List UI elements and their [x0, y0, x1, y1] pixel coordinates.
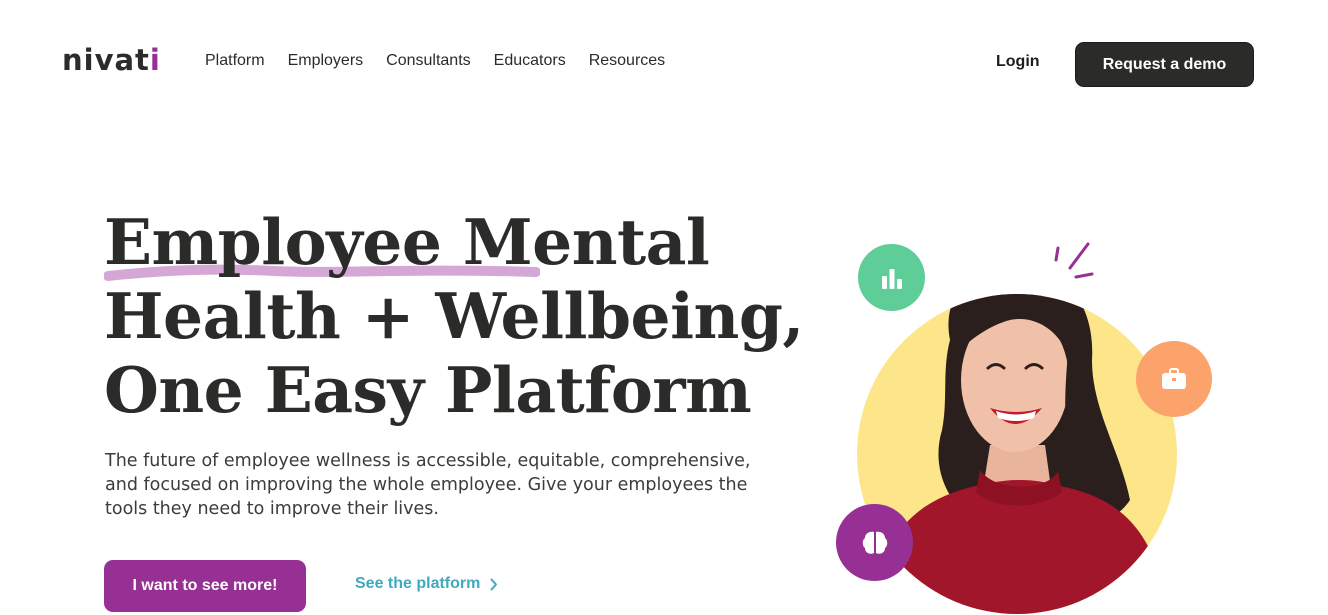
brain-bubble — [836, 504, 913, 581]
bar-chart-icon — [881, 268, 902, 289]
hero-title-line-1: Employee Mental — [104, 205, 710, 279]
chevron-right-icon — [490, 578, 498, 590]
hero-description: The future of employee wellness is acces… — [105, 451, 751, 519]
see-platform-label: See the platform — [355, 575, 481, 592]
chart-bubble — [858, 244, 925, 311]
nav-educators[interactable]: Educators — [494, 50, 566, 72]
nav-resources[interactable]: Resources — [589, 50, 665, 72]
briefcase-bubble — [1136, 341, 1212, 417]
hero-title-line-3: One Easy Platform — [104, 353, 752, 427]
nav-platform[interactable]: Platform — [205, 50, 265, 72]
hero-illustration — [830, 230, 1250, 615]
brain-icon — [862, 531, 887, 554]
see-more-button[interactable]: I want to see more! — [104, 560, 306, 612]
nav-employers[interactable]: Employers — [288, 50, 364, 72]
briefcase-icon — [1162, 368, 1186, 389]
hero-title-line-2: Health + Wellbeing, — [104, 279, 804, 353]
logo-text: nivat — [62, 43, 150, 77]
main-nav: Platform Employers Consultants Educators… — [205, 50, 665, 72]
nivati-logo[interactable]: nivati — [62, 42, 161, 78]
nav-consultants[interactable]: Consultants — [386, 50, 471, 72]
logo-accent-letter: i — [149, 43, 161, 77]
see-platform-link[interactable]: See the platform — [355, 573, 498, 595]
request-demo-button[interactable]: Request a demo — [1075, 42, 1254, 87]
hero-title: Employee Mental Health + Wellbeing, One … — [104, 205, 804, 427]
login-link[interactable]: Login — [996, 51, 1040, 73]
